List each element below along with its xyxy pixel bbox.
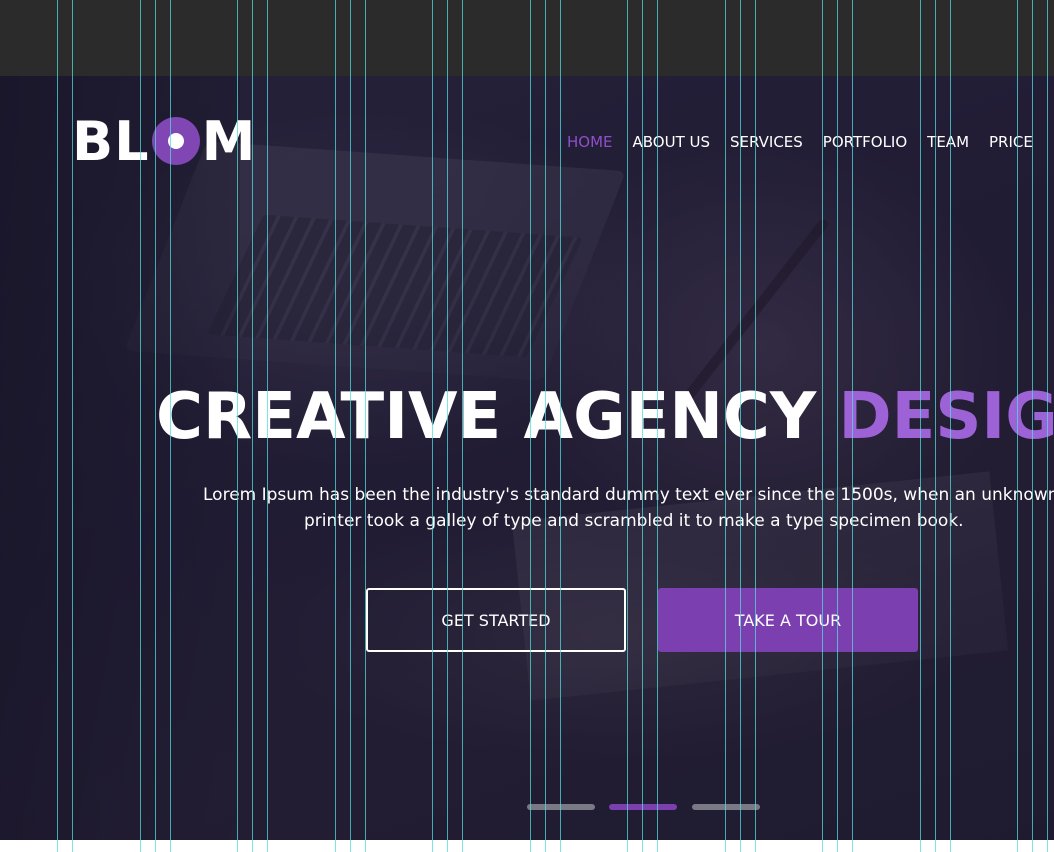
hero-headline: CREATIVE AGENCY DESIGN — [156, 380, 1054, 454]
nav-item-portfolio[interactable]: PORTFOLIO — [823, 133, 907, 151]
hero-description-line-2: printer took a galley of type and scramb… — [304, 511, 964, 531]
nav-item-home[interactable]: HOME — [567, 133, 613, 151]
take-a-tour-button[interactable]: TAKE A TOUR — [658, 588, 918, 652]
page-bottom-strip — [0, 840, 1054, 852]
hero-section — [0, 76, 1054, 840]
logo-text-start: BL — [72, 109, 150, 173]
main-nav: HOME ABOUT US SERVICES PORTFOLIO TEAM PR… — [567, 133, 1033, 151]
hero-description: Lorem Ipsum has been the industry's stan… — [0, 482, 1054, 538]
slider-dot-2[interactable] — [609, 804, 677, 810]
brand-logo[interactable]: BL M — [72, 110, 256, 173]
hero-headline-main: CREATIVE AGENCY — [156, 380, 839, 454]
hero-headline-accent: DESIGN — [838, 380, 1054, 454]
slider-dot-1[interactable] — [527, 804, 595, 810]
hero-overlay — [0, 76, 1054, 840]
slider-dot-3[interactable] — [692, 804, 760, 810]
get-started-button[interactable]: GET STARTED — [366, 588, 626, 652]
nav-item-about-us[interactable]: ABOUT US — [633, 133, 711, 151]
nav-item-team[interactable]: TEAM — [927, 133, 969, 151]
hero-description-line-1: Lorem Ipsum has been the industry's stan… — [203, 485, 1054, 505]
nav-item-services[interactable]: SERVICES — [730, 133, 803, 151]
top-bar — [0, 0, 1054, 76]
logo-o-icon — [151, 117, 200, 165]
nav-item-price[interactable]: PRICE — [989, 133, 1033, 151]
logo-text-end: M — [201, 109, 257, 173]
